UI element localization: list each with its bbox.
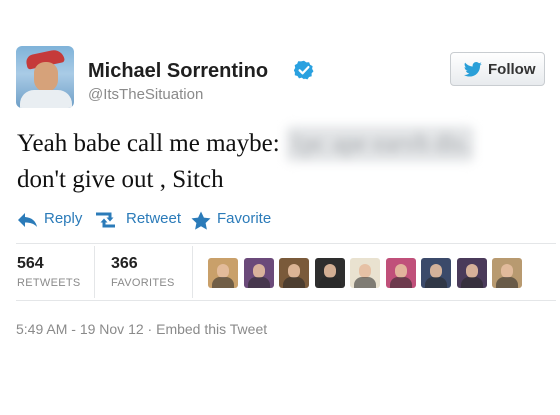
retweet-count-number: 564 [17, 255, 44, 272]
reply-button[interactable]: Reply [16, 209, 86, 231]
embed-tweet-link[interactable]: Embed this Tweet [156, 321, 267, 337]
follow-button[interactable]: Follow [450, 52, 545, 86]
stat-separator [192, 246, 193, 298]
verified-badge-icon [294, 60, 314, 80]
favoriter-avatar[interactable] [456, 258, 487, 288]
meta-separator: - [71, 321, 76, 337]
twitter-bird-icon [463, 62, 482, 77]
user-handle[interactable]: @ItsTheSituation [88, 86, 203, 103]
favoriter-avatar[interactable] [208, 258, 238, 288]
favorite-label: Favorite [217, 210, 272, 227]
favoriter-avatar[interactable] [385, 258, 416, 288]
tweet-text: Yeah babe call me maybe: 1pc ape earvh d… [17, 126, 557, 198]
tweet-time[interactable]: 5:49 AM [16, 321, 67, 337]
favoriter-avatar[interactable] [492, 258, 522, 288]
tweet-meta: 5:49 AM - 19 Nov 12 · Embed this Tweet [16, 321, 267, 337]
retweet-count[interactable]: 564 RETWEETS [17, 255, 81, 289]
favoriter-avatar[interactable] [243, 258, 274, 288]
tweet-line-1: Yeah babe call me maybe: 1pc ape earvh d… [17, 126, 557, 162]
favoriter-avatar[interactable] [421, 258, 451, 288]
tweet-text-line2: don't give out , Sitch [17, 166, 224, 193]
retweet-button[interactable]: Retweet [94, 209, 186, 231]
favoriter-avatar[interactable] [279, 258, 309, 288]
tweet-date[interactable]: 19 Nov 12 [80, 321, 144, 337]
divider [16, 243, 556, 244]
favoriter-avatar[interactable] [350, 258, 380, 288]
favorite-count[interactable]: 366 FAVORITES [111, 255, 175, 289]
meta-separator: · [147, 321, 153, 337]
retweet-label: Retweet [126, 210, 182, 227]
divider [16, 300, 556, 301]
retweet-icon [96, 212, 115, 228]
tweet-card: Michael Sorrentino @ItsTheSituation Foll… [0, 0, 560, 415]
avatar[interactable] [16, 46, 74, 108]
favoriter-avatar[interactable] [314, 258, 345, 288]
user-name[interactable]: Michael Sorrentino [88, 60, 268, 83]
favorite-count-number: 366 [111, 255, 138, 272]
tweet-text-line1: Yeah babe call me maybe: [17, 130, 280, 157]
retweet-count-label: RETWEETS [17, 277, 81, 289]
reply-label: Reply [44, 210, 83, 227]
stat-separator [94, 246, 95, 298]
favorite-count-label: FAVORITES [111, 277, 175, 289]
star-icon [191, 211, 211, 230]
redacted-phone-number: 1pc ape earvh dis. [285, 126, 475, 162]
follow-label: Follow [488, 61, 536, 78]
reply-arrow-icon [18, 213, 37, 227]
favorite-button[interactable]: Favorite [191, 209, 276, 231]
